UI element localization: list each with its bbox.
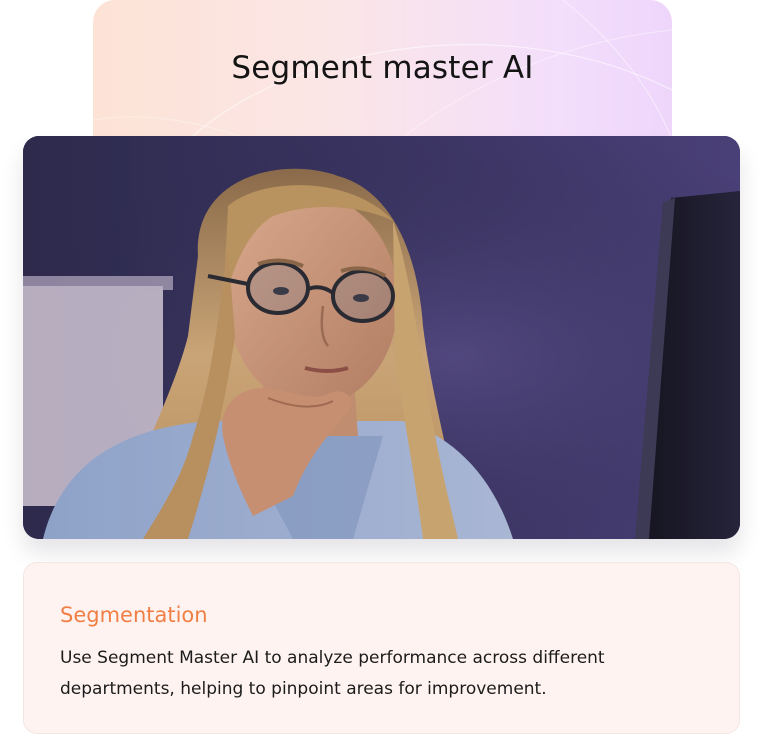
info-card-heading: Segmentation (60, 603, 208, 627)
title-card: Segment master AI (93, 0, 672, 145)
segmentation-info-card: Segmentation Use Segment Master AI to an… (23, 562, 740, 734)
feature-section: Segment master AI Segmentation Use Segme… (0, 0, 763, 736)
info-card-description: Use Segment Master AI to analyze perform… (60, 648, 605, 699)
hero-photo (23, 136, 740, 539)
woman-at-computer-illustration (23, 136, 740, 539)
page-title: Segment master AI (231, 50, 534, 86)
